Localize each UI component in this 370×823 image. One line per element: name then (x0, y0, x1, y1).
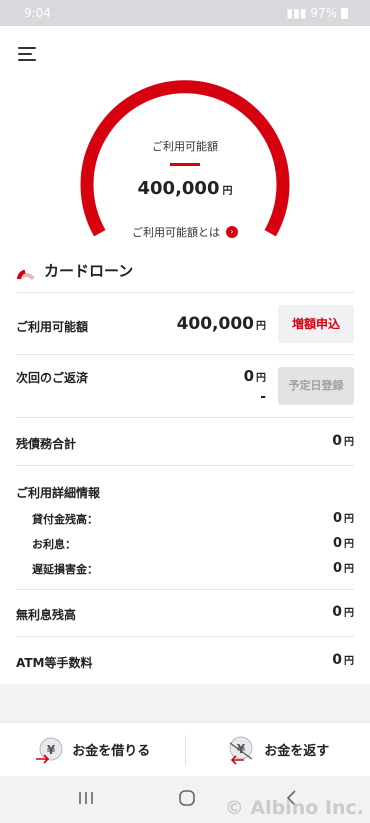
watermark: © Albino Inc. (224, 797, 364, 819)
atm-fee-unit: 円 (344, 656, 354, 667)
about-link-text: ご利用可能額とは (132, 226, 220, 239)
late-charge-item: 遅延損害金： 0円 (32, 561, 354, 577)
interest-free-label: 無利息残高 (16, 608, 77, 622)
repay-money-label: お金を返す (264, 744, 330, 759)
home-icon[interactable] (175, 788, 199, 808)
atm-fee-value: 0円 (332, 652, 354, 668)
status-bar: 9:04 ▮▮▮ 97% (0, 0, 370, 26)
chevron-right-icon: › (226, 226, 238, 238)
available-amount-row: ご利用可能額 400,000 円 増額申込 (16, 292, 354, 354)
next-repayment-date: - (260, 389, 266, 405)
increase-limit-button[interactable]: 増額申込 (278, 305, 354, 343)
atm-fee-label: ATM等手数料 (16, 656, 93, 670)
signal-icon: ▮▮▮ (286, 6, 307, 20)
interest-value: 0円 (333, 535, 354, 551)
gauge-amount-value: 400,000 (137, 178, 220, 199)
recent-apps-icon[interactable] (74, 788, 98, 808)
interest-label: お利息： (32, 538, 76, 551)
interest-unit: 円 (344, 539, 354, 550)
about-available-amount-link[interactable]: ご利用可能額とは › (0, 224, 370, 240)
total-debt-label: 残債務合計 (16, 437, 77, 451)
loan-balance-unit: 円 (344, 514, 354, 525)
total-debt-value: 0円 (332, 433, 354, 449)
next-repayment-unit: 円 (256, 373, 266, 384)
total-debt-unit: 円 (344, 437, 354, 448)
interest-free-unit: 円 (344, 608, 354, 619)
late-charge-number: 0 (332, 561, 342, 576)
atm-fee-number: 0 (332, 652, 342, 668)
register-due-date-button[interactable]: 予定日登録 (278, 367, 354, 405)
interest-free-row: 無利息残高 0円 (16, 589, 354, 636)
gauge-divider (170, 163, 200, 166)
main-screen: ご利用可能額 400,000 円 ご利用可能額とは › カードローン ご利用可能額… (0, 26, 370, 684)
total-debt-row: 残債務合計 0円 (16, 417, 354, 465)
next-repayment-label: 次回のご返済 (16, 371, 89, 385)
loan-balance-value: 0円 (333, 510, 354, 526)
status-icons: ▮▮▮ 97% (287, 6, 348, 20)
battery-icon (341, 7, 348, 19)
atm-fee-row: ATM等手数料 0円 (16, 636, 354, 684)
section-header: カードローン (16, 260, 133, 281)
gauge-amount-unit: 円 (222, 186, 233, 197)
loan-balance-number: 0 (332, 511, 342, 526)
battery-level: 97% (310, 6, 337, 20)
bottom-action-bar: ¥ お金を借りる ¥ お金を返す (0, 722, 370, 776)
card-loan-icon (17, 269, 35, 280)
repay-money-button[interactable]: ¥ お金を返す (186, 723, 370, 776)
late-charge-label: 遅延損害金： (32, 563, 98, 576)
gauge-amount: 400,000 円 (0, 178, 370, 199)
usage-details-label: ご利用詳細情報 (16, 486, 101, 500)
svg-text:¥: ¥ (47, 743, 56, 757)
gauge-arc (80, 80, 290, 237)
late-charge-unit: 円 (344, 564, 354, 575)
total-debt-number: 0 (332, 433, 342, 449)
section-title: カードローン (44, 262, 134, 280)
gauge-label: ご利用可能額 (152, 140, 218, 153)
late-charge-value: 0円 (333, 560, 354, 576)
next-repayment-row: 次回のご返済 0円 - 予定日登録 (16, 354, 354, 417)
next-repayment-value: 0円 (244, 367, 266, 385)
available-amount-value: 400,000 円 (177, 314, 266, 334)
interest-item: お利息： 0円 (32, 536, 354, 552)
available-value-unit: 円 (256, 321, 266, 332)
loan-balance-item: 貸付金残高： 0円 (32, 511, 354, 527)
interest-free-number: 0 (332, 604, 342, 620)
status-time: 9:04 (24, 6, 51, 20)
usage-details-row: ご利用詳細情報 貸付金残高： 0円 お利息： 0円 遅延損害金： 0円 (16, 465, 354, 589)
available-value-number: 400,000 (176, 314, 254, 334)
interest-number: 0 (332, 536, 342, 551)
borrow-money-button[interactable]: ¥ お金を借りる (0, 723, 185, 776)
available-amount-label: ご利用可能額 (16, 320, 89, 334)
repay-yen-icon: ¥ (229, 736, 253, 765)
borrow-money-label: お金を借りる (72, 744, 151, 759)
borrow-yen-icon: ¥ (36, 737, 63, 764)
next-repayment-number: 0 (243, 367, 254, 385)
loan-balance-label: 貸付金残高： (32, 513, 98, 526)
interest-free-value: 0円 (332, 604, 354, 620)
